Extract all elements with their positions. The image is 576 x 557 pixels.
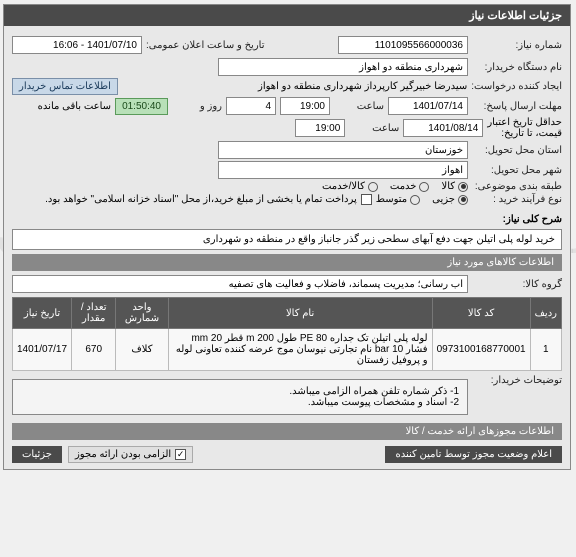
cell-row: 1 bbox=[531, 329, 562, 371]
buyer-label: نام دستگاه خریدار: bbox=[473, 62, 563, 73]
deadline-date-input[interactable] bbox=[389, 97, 469, 115]
col-date: تاریخ نیاز bbox=[14, 298, 73, 329]
radio-partial-label: جزیی bbox=[433, 194, 456, 205]
creator-label: ایجاد کننده درخواست: bbox=[472, 81, 563, 92]
time-label-1: ساعت bbox=[335, 101, 385, 112]
mandatory-checkbox[interactable] bbox=[176, 449, 187, 460]
col-row: ردیف bbox=[531, 298, 562, 329]
radio-medium[interactable]: متوسط bbox=[377, 194, 421, 205]
header-title: جزئیات اطلاعات نیاز bbox=[470, 10, 563, 22]
radio-medium-label: متوسط bbox=[377, 194, 408, 205]
city-label: شهر محل تحویل: bbox=[473, 165, 563, 176]
remaining-label: ساعت باقی مانده bbox=[39, 101, 112, 112]
items-header: اطلاعات کالاهای مورد نیاز bbox=[13, 254, 563, 271]
creator-value: سیدرضا خبیرگیر کارپرداز شهرداری منطقه دو… bbox=[259, 81, 468, 92]
category-radio-group: کالا خدمت کالا/خدمت bbox=[323, 181, 469, 192]
radio-partial[interactable]: جزیی bbox=[433, 194, 469, 205]
cell-unit: کلاف bbox=[117, 329, 169, 371]
radio-icon bbox=[420, 182, 430, 192]
desc-text: خرید لوله پلی اتیلن جهت دفع آبهای سطحی ز… bbox=[204, 234, 556, 245]
radio-service-label: خدمت bbox=[391, 181, 418, 192]
footer-bar: اعلام وضعیت مجوز توسط تامین کننده الزامی… bbox=[13, 446, 563, 463]
days-input[interactable] bbox=[227, 97, 277, 115]
need-no-label: شماره نیاز: bbox=[473, 40, 563, 51]
footer-details[interactable]: جزئیات bbox=[13, 446, 63, 463]
cell-qty: 670 bbox=[73, 329, 117, 371]
radio-icon bbox=[369, 182, 379, 192]
payment-checkbox[interactable] bbox=[362, 194, 373, 205]
footer-right: اعلام وضعیت مجوز توسط تامین کننده bbox=[386, 446, 563, 463]
cell-date: 1401/07/17 bbox=[14, 329, 73, 371]
page-container: جزئیات اطلاعات نیاز شماره نیاز: تاریخ و … bbox=[4, 4, 572, 470]
radio-icon bbox=[459, 195, 469, 205]
radio-service[interactable]: خدمت bbox=[391, 181, 431, 192]
desc-label: شرح کلی نیاز: bbox=[504, 214, 563, 225]
cell-name: لوله پلی اتیلن تک جداره PE 80 طول 200 m … bbox=[169, 329, 433, 371]
province-label: استان محل تحویل: bbox=[473, 145, 563, 156]
deadline-time-input[interactable] bbox=[281, 97, 331, 115]
cell-code: 0973100168770001 bbox=[433, 329, 531, 371]
col-name: نام کالا bbox=[169, 298, 433, 329]
radio-icon bbox=[459, 182, 469, 192]
announce-input[interactable] bbox=[13, 36, 143, 54]
process-radio-group: جزیی متوسط bbox=[377, 194, 469, 205]
min-valid-sub: قیمت، تا تاریخ: bbox=[488, 128, 563, 139]
notes-box: 1- ذکر شماره تلفن همراه الزامی میباشد. 2… bbox=[13, 379, 469, 415]
note-line-1: 1- ذکر شماره تلفن همراه الزامی میباشد. bbox=[22, 386, 460, 397]
radio-goods-service[interactable]: کالا/خدمت bbox=[323, 181, 379, 192]
remaining-time: 01:50:40 bbox=[116, 98, 169, 115]
page-header: جزئیات اطلاعات نیاز bbox=[5, 5, 571, 26]
announce-label: تاریخ و ساعت اعلان عمومی: bbox=[147, 40, 266, 51]
group-label: گروه کالا: bbox=[473, 279, 563, 290]
payment-note: پرداخت تمام یا بخشی از مبلغ خرید،از محل … bbox=[46, 194, 358, 205]
group-input[interactable] bbox=[13, 275, 469, 293]
col-unit: واحد شمارش bbox=[117, 298, 169, 329]
radio-icon bbox=[411, 195, 421, 205]
table-row: 1 0973100168770001 لوله پلی اتیلن تک جدا… bbox=[14, 329, 563, 371]
province-input[interactable] bbox=[219, 141, 469, 159]
valid-date-input[interactable] bbox=[404, 119, 484, 137]
contact-buyer-button[interactable]: اطلاعات تماس خریدار bbox=[13, 78, 119, 95]
desc-box: خرید لوله پلی اتیلن جهت دفع آبهای سطحی ز… bbox=[13, 229, 563, 250]
process-label: نوع فرآیند خرید : bbox=[473, 194, 563, 205]
valid-time-input[interactable] bbox=[296, 119, 346, 137]
col-qty: تعداد / مقدار bbox=[73, 298, 117, 329]
time-label-2: ساعت bbox=[350, 123, 400, 134]
notes-label: توضیحات خریدار: bbox=[473, 375, 563, 386]
need-no-input[interactable] bbox=[339, 36, 469, 54]
radio-goods[interactable]: کالا bbox=[442, 181, 469, 192]
radio-gs-label: کالا/خدمت bbox=[323, 181, 366, 192]
col-code: کد کالا bbox=[433, 298, 531, 329]
permits-header: اطلاعات مجوزهای ارائه خدمت / کالا bbox=[13, 423, 563, 440]
deadline-label: مهلت ارسال پاسخ: bbox=[473, 101, 563, 112]
buyer-input[interactable] bbox=[219, 58, 469, 76]
items-table: ردیف کد کالا نام کالا واحد شمارش تعداد /… bbox=[13, 297, 563, 371]
radio-goods-label: کالا bbox=[442, 181, 456, 192]
footer-mandatory: الزامی بودن ارائه مجوز bbox=[76, 449, 172, 460]
city-input[interactable] bbox=[219, 161, 469, 179]
note-line-2: 2- اسناد و مشخصات پیوست میباشد. bbox=[22, 397, 460, 408]
min-valid-label: حداقل تاریخ اعتبار bbox=[488, 117, 563, 128]
day-label: روز و bbox=[173, 101, 223, 112]
category-label: طبقه بندی موضوعی: bbox=[473, 181, 563, 192]
